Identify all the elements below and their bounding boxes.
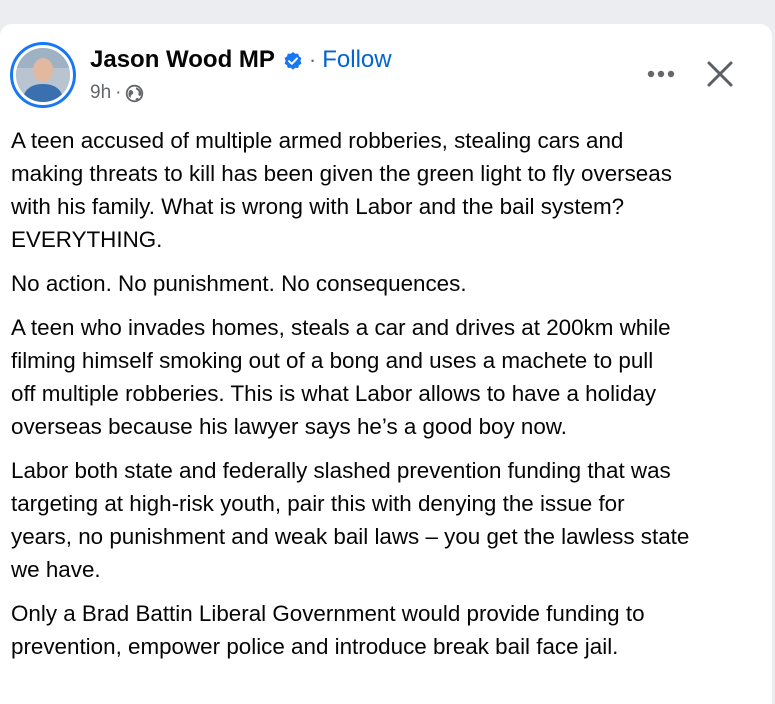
more-options-icon[interactable] xyxy=(643,62,679,86)
follow-button[interactable]: Follow xyxy=(322,46,391,74)
post-paragraph-4: Labor both state and federally slashed p… xyxy=(11,458,690,582)
post-paragraph-3: A teen who invades homes, steals a car a… xyxy=(11,315,671,439)
author-name[interactable]: Jason Wood MP xyxy=(90,46,275,74)
separator-dot: · xyxy=(308,47,317,72)
globe-icon[interactable] xyxy=(125,84,144,103)
meta-separator-dot: · xyxy=(115,82,122,103)
post-paragraph-2: No action. No punishment. No consequence… xyxy=(11,271,467,296)
profile-photo-icon xyxy=(16,48,70,102)
post-paragraph-1: A teen accused of multiple armed robberi… xyxy=(11,128,672,252)
avatar-photo xyxy=(13,45,73,105)
post-meta: 9h · xyxy=(90,82,144,104)
post-card: Jason Wood MP · Follow 9h · A teen accus… xyxy=(0,24,772,704)
post-paragraph-5: Only a Brad Battin Liberal Government wo… xyxy=(11,601,645,659)
close-icon[interactable] xyxy=(704,58,736,90)
author-line: Jason Wood MP · Follow xyxy=(90,46,392,74)
avatar[interactable] xyxy=(10,42,76,108)
post-header: Jason Wood MP · Follow 9h · xyxy=(0,24,772,120)
verified-badge-icon xyxy=(283,50,303,70)
post-timestamp[interactable]: 9h xyxy=(90,82,111,104)
post-body: A teen accused of multiple armed robberi… xyxy=(11,124,763,674)
